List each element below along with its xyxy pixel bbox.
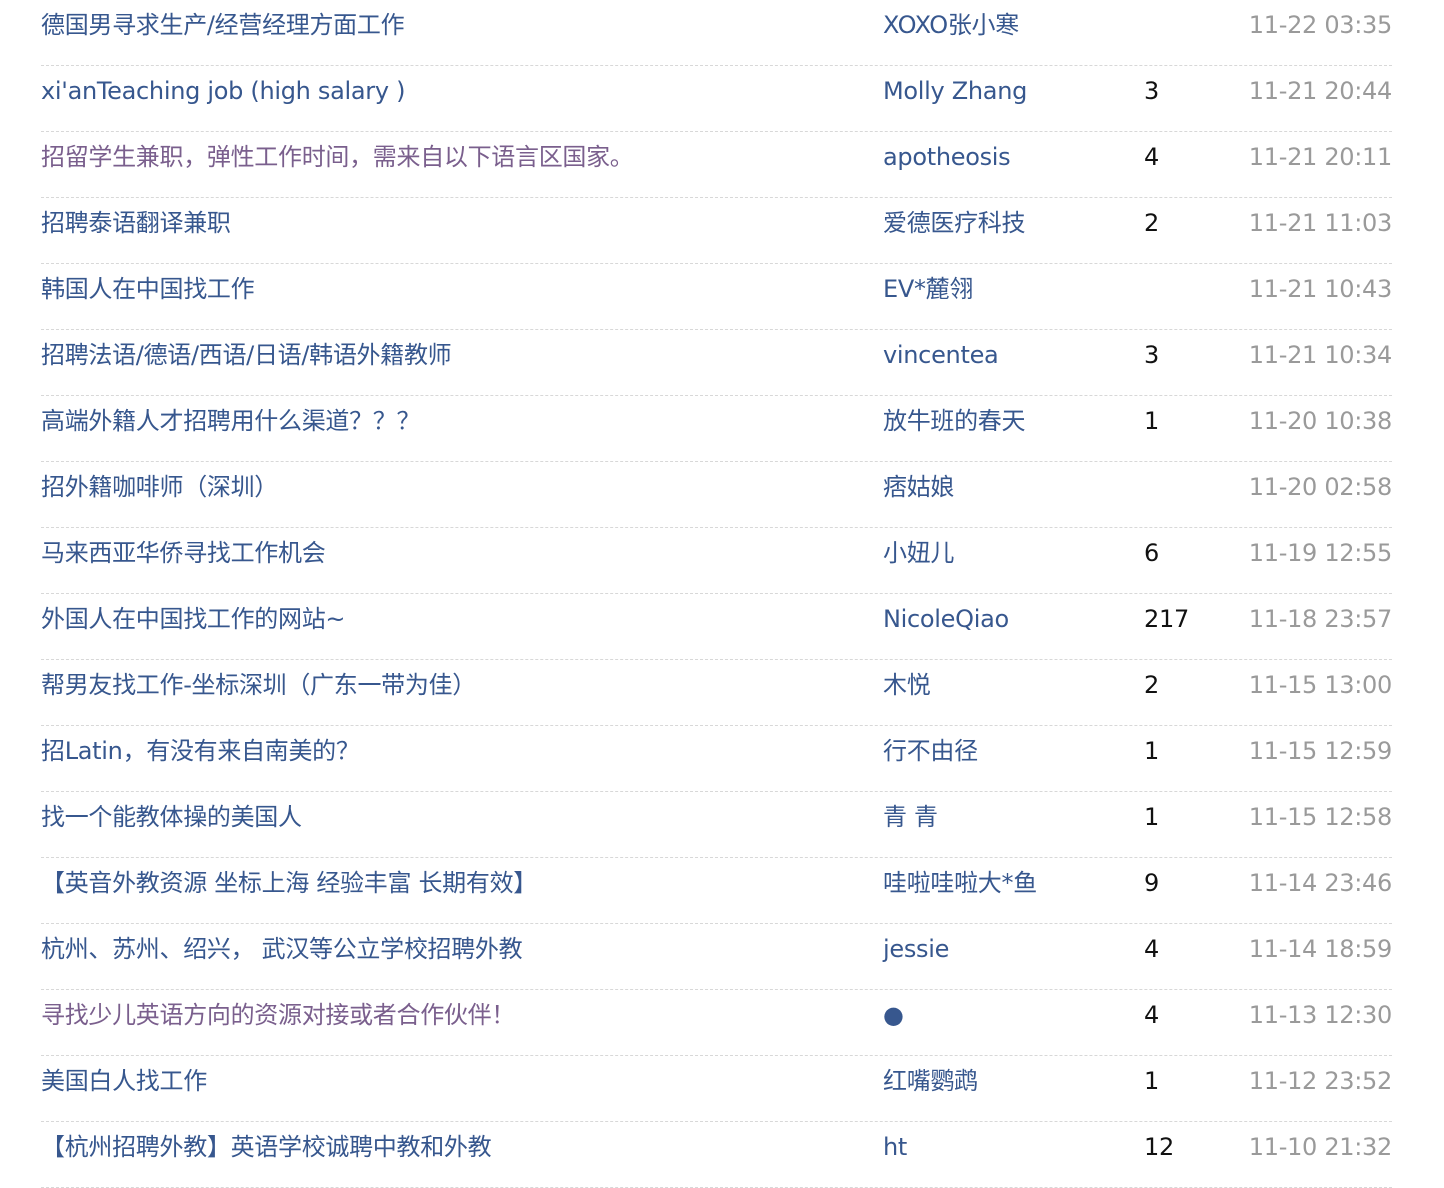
reply-count: 4 [1144,1001,1159,1029]
topic-title-link[interactable]: 招聘泰语翻译兼职 [41,198,231,248]
topic-author-link[interactable]: 放牛班的春天 [883,396,1026,446]
topic-author-link[interactable]: EV*麓翎 [883,264,973,314]
last-reply-time: 11-12 23:52 [1248,1067,1393,1095]
topic-title-link[interactable]: 马来西亚华侨寻找工作机会 [41,528,325,578]
topic-author-link[interactable]: ht [883,1122,907,1172]
topic-title-link[interactable]: 德国男寻求生产/经营经理方面工作 [41,0,404,50]
topic-author-link[interactable]: 小妞儿 [883,528,954,578]
topic-author-link[interactable]: 青 青 [883,792,938,842]
topic-title-link[interactable]: 帮男友找工作-坐标深圳（广东一带为佳） [41,660,476,710]
reply-count: 12 [1144,1133,1174,1161]
reply-count: 9 [1144,869,1159,897]
topic-author-link[interactable]: NicoleQiao [883,594,1009,644]
last-reply-time: 11-21 10:34 [1248,341,1393,369]
topic-title-link[interactable]: 杭州、苏州、绍兴， 武汉等公立学校招聘外教 [41,924,522,974]
topic-title-link[interactable]: 招Latin，有没有来自南美的？ [41,726,360,776]
topic-author-link[interactable]: XOXO张小寒 [883,0,1019,50]
last-reply-time: 11-14 18:59 [1248,935,1393,963]
topic-row: 高端外籍人才招聘用什么渠道？？？ 放牛班的春天 1 11-20 10:38 [41,396,1392,462]
topic-title-link[interactable]: 找一个能教体操的美国人 [41,792,302,842]
reply-count: 4 [1144,143,1159,171]
reply-count: 6 [1144,539,1159,567]
topic-title-link[interactable]: 高端外籍人才招聘用什么渠道？？？ [41,396,420,446]
topic-title-link[interactable]: 美国白人找工作 [41,1056,207,1106]
reply-count: 1 [1144,737,1159,765]
topic-row: 韩国人在中国找工作 EV*麓翎 11-21 10:43 [41,264,1392,330]
topic-list: 德国男寻求生产/经营经理方面工作 XOXO张小寒 11-22 03:35 xi'… [41,0,1392,1188]
topic-row: 美国白人找工作 红嘴鹦鹉 1 11-12 23:52 [41,1056,1392,1122]
topic-title-link[interactable]: 招留学生兼职，弹性工作时间，需来自以下语言区国家。 [41,132,634,182]
topic-row: 德国男寻求生产/经营经理方面工作 XOXO张小寒 11-22 03:35 [41,0,1392,66]
last-reply-time: 11-21 20:44 [1248,77,1393,105]
last-reply-time: 11-15 13:00 [1248,671,1393,699]
reply-count: 1 [1144,407,1159,435]
topic-row: 招Latin，有没有来自南美的？ 行不由径 1 11-15 12:59 [41,726,1392,792]
topic-author-link[interactable]: apotheosis [883,132,1011,182]
last-reply-time: 11-15 12:59 [1248,737,1393,765]
topic-author-link[interactable]: ● [883,990,904,1040]
topic-row: 【杭州招聘外教】英语学校诚聘中教和外教 ht 12 11-10 21:32 [41,1122,1392,1188]
topic-author-link[interactable]: jessie [883,924,949,974]
topic-author-link[interactable]: 木悦 [883,660,931,710]
last-reply-time: 11-19 12:55 [1248,539,1393,567]
last-reply-time: 11-22 03:35 [1248,11,1393,39]
reply-count: 2 [1144,671,1159,699]
topic-author-link[interactable]: 痞姑娘 [883,462,954,512]
topic-row: 招聘法语/德语/西语/日语/韩语外籍教师 vincentea 3 11-21 1… [41,330,1392,396]
topic-author-link[interactable]: vincentea [883,330,999,380]
topic-row: xi'anTeaching job (high salary ) Molly Z… [41,66,1392,132]
reply-count: 1 [1144,1067,1159,1095]
topic-author-link[interactable]: 爱德医疗科技 [883,198,1026,248]
topic-row: 找一个能教体操的美国人 青 青 1 11-15 12:58 [41,792,1392,858]
topic-row: 帮男友找工作-坐标深圳（广东一带为佳） 木悦 2 11-15 13:00 [41,660,1392,726]
topic-title-link[interactable]: 招聘法语/德语/西语/日语/韩语外籍教师 [41,330,451,380]
reply-count: 217 [1144,605,1189,633]
topic-author-link[interactable]: Molly Zhang [883,66,1027,116]
topic-title-link[interactable]: 【杭州招聘外教】英语学校诚聘中教和外教 [41,1122,491,1172]
reply-count: 1 [1144,803,1159,831]
last-reply-time: 11-13 12:30 [1248,1001,1393,1029]
topic-author-link[interactable]: 行不由径 [883,726,978,776]
topic-title-link[interactable]: xi'anTeaching job (high salary ) [41,66,405,116]
topic-title-link[interactable]: 【英音外教资源 坐标上海 经验丰富 长期有效】 [41,858,537,908]
topic-row: 马来西亚华侨寻找工作机会 小妞儿 6 11-19 12:55 [41,528,1392,594]
topic-title-link[interactable]: 寻找少儿英语方向的资源对接或者合作伙伴！ [41,990,515,1040]
topic-row: 外国人在中国找工作的网站~ NicoleQiao 217 11-18 23:57 [41,594,1392,660]
last-reply-time: 11-18 23:57 [1248,605,1393,633]
reply-count: 3 [1144,77,1159,105]
topic-author-link[interactable]: 红嘴鹦鹉 [883,1056,978,1106]
topic-title-link[interactable]: 韩国人在中国找工作 [41,264,254,314]
topic-row: 招外籍咖啡师（深圳） 痞姑娘 11-20 02:58 [41,462,1392,528]
last-reply-time: 11-21 20:11 [1248,143,1393,171]
topic-row: 杭州、苏州、绍兴， 武汉等公立学校招聘外教 jessie 4 11-14 18:… [41,924,1392,990]
last-reply-time: 11-14 23:46 [1248,869,1393,897]
topic-row: 招聘泰语翻译兼职 爱德医疗科技 2 11-21 11:03 [41,198,1392,264]
topic-row: 寻找少儿英语方向的资源对接或者合作伙伴！ ● 4 11-13 12:30 [41,990,1392,1056]
reply-count: 4 [1144,935,1159,963]
last-reply-time: 11-10 21:32 [1248,1133,1393,1161]
last-reply-time: 11-21 11:03 [1248,209,1393,237]
last-reply-time: 11-15 12:58 [1248,803,1393,831]
topic-row: 【英音外教资源 坐标上海 经验丰富 长期有效】 哇啦哇啦大*鱼 9 11-14 … [41,858,1392,924]
last-reply-time: 11-21 10:43 [1248,275,1393,303]
topic-row: 招留学生兼职，弹性工作时间，需来自以下语言区国家。 apotheosis 4 1… [41,132,1392,198]
topic-author-link[interactable]: 哇啦哇啦大*鱼 [883,858,1037,908]
topic-title-link[interactable]: 外国人在中国找工作的网站~ [41,594,345,644]
reply-count: 3 [1144,341,1159,369]
last-reply-time: 11-20 02:58 [1248,473,1393,501]
reply-count: 2 [1144,209,1159,237]
last-reply-time: 11-20 10:38 [1248,407,1393,435]
topic-title-link[interactable]: 招外籍咖啡师（深圳） [41,462,278,512]
